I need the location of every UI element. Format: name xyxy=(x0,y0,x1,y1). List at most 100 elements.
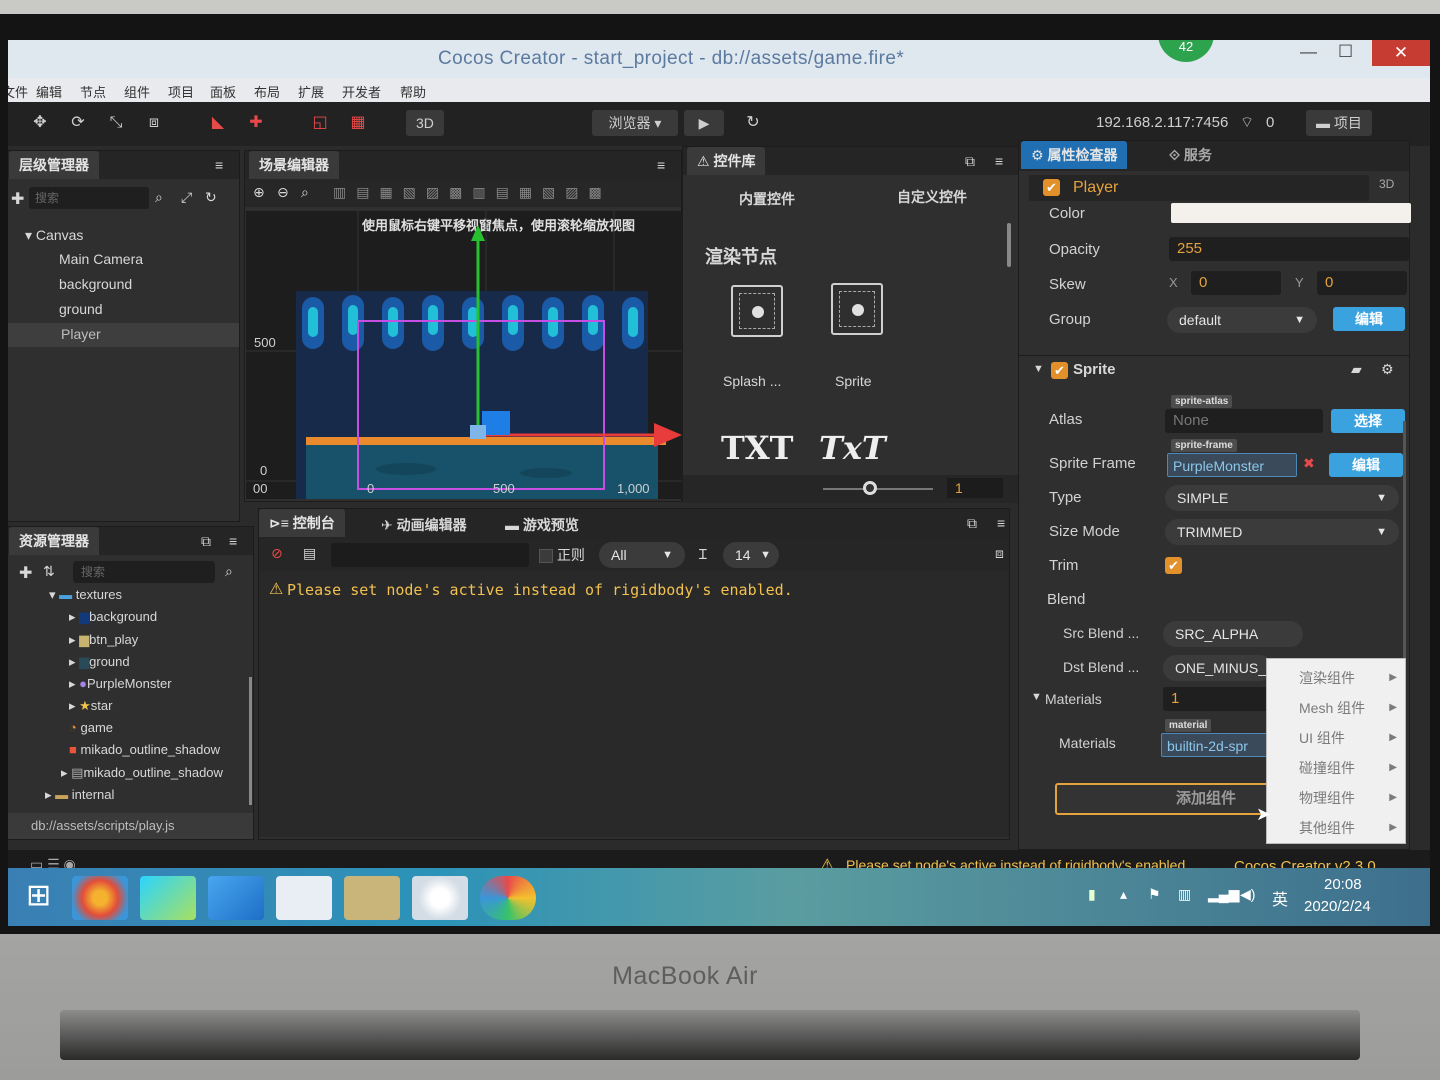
zoom-out-icon[interactable]: ⊖ xyxy=(277,184,289,201)
tree-node-player[interactable]: Player xyxy=(61,326,101,342)
menu-item-other-components[interactable]: 其他组件 ▶ xyxy=(1267,813,1405,843)
play-button[interactable]: ▶ xyxy=(684,110,724,136)
menu-help[interactable]: 帮助 xyxy=(400,82,426,101)
edit-group-button[interactable]: 编辑 xyxy=(1333,307,1405,331)
tab-custom-widgets[interactable]: 自定义控件 xyxy=(897,187,967,207)
gizmo-icon[interactable]: ▦ xyxy=(346,110,370,136)
gear-icon[interactable]: ⚙ xyxy=(1381,361,1394,378)
refresh-icon[interactable]: ↻ xyxy=(738,110,768,136)
sprite-type-select[interactable]: SIMPLE ▼ xyxy=(1165,485,1399,511)
input-method[interactable]: 英 xyxy=(1272,886,1288,910)
menu-layout[interactable]: 布局 xyxy=(254,82,280,101)
taskbar-app-icon-1[interactable] xyxy=(72,876,128,920)
tab-hierarchy[interactable]: 层级管理器 xyxy=(9,151,99,179)
help-book-icon[interactable]: ▰ xyxy=(1351,361,1362,378)
size-mode-select[interactable]: TRIMMED ▼ xyxy=(1165,519,1399,545)
menu-panel[interactable]: 面板 xyxy=(210,82,236,101)
node-name[interactable]: Player xyxy=(1073,179,1118,197)
menu-item-collider-components[interactable]: 碰撞组件 ▶ xyxy=(1267,753,1405,783)
tray-volume-icon[interactable]: ◀) xyxy=(1240,886,1255,903)
clock-date[interactable]: 2020/2/24 xyxy=(1304,898,1371,915)
popout-icon[interactable]: ⧉ xyxy=(967,515,977,532)
search-icon[interactable]: ⌕ xyxy=(155,189,163,206)
tree-node-ground[interactable]: ground xyxy=(59,301,103,317)
asset-folder-internal[interactable]: ▸ ▬ internal xyxy=(45,787,114,803)
menu-extension[interactable]: 扩展 xyxy=(298,82,324,101)
menu-node[interactable]: 节点 xyxy=(80,82,106,101)
file-explorer-icon[interactable] xyxy=(344,876,400,920)
tray-expand-icon[interactable]: ▴ xyxy=(1120,886,1127,903)
rotate-tool-icon[interactable]: ⟳ xyxy=(66,110,90,136)
scene-canvas[interactable]: 使用鼠标右键平移视窗焦点，使用滚轮缩放视图 500 0 xyxy=(246,211,682,499)
tab-services[interactable]: ⟐ 服务 xyxy=(1169,145,1212,165)
clear-sprite-frame-icon[interactable]: ✖ xyxy=(1303,455,1315,472)
console-filter-input[interactable] xyxy=(331,543,529,567)
skew-x-input[interactable]: 0 xyxy=(1191,271,1281,295)
project-button[interactable]: ▬ 项目 xyxy=(1306,110,1372,136)
group-select[interactable]: default ▼ xyxy=(1167,307,1317,333)
panel-menu-icon[interactable]: ≡ xyxy=(657,157,665,173)
scale-tool-icon[interactable]: ⤡ xyxy=(104,110,128,136)
maximize-button[interactable]: ☐ xyxy=(1338,42,1353,62)
panel-menu-icon[interactable]: ≡ xyxy=(215,157,223,173)
popout-icon[interactable]: ⧉ xyxy=(965,153,975,170)
tray-signal-icon[interactable]: ▂▄▆ xyxy=(1208,886,1239,903)
toggle-3d-inspector[interactable]: 3D xyxy=(1379,177,1394,191)
materials-count-input[interactable]: 1 xyxy=(1163,687,1273,711)
collapse-materials-icon[interactable]: ▼ xyxy=(1031,691,1042,703)
toggle-3d-button[interactable]: 3D xyxy=(406,110,444,136)
dst-blend-select[interactable]: ONE_MINUS_S xyxy=(1163,655,1273,681)
richtext-widget-icon[interactable]: TxT xyxy=(819,429,886,467)
popout-icon[interactable]: ⧉ xyxy=(201,533,211,550)
minimize-button[interactable]: — xyxy=(1300,42,1317,62)
sprite-enabled-checkbox[interactable]: ✔ xyxy=(1051,362,1068,379)
skew-y-input[interactable]: 0 xyxy=(1317,271,1407,295)
asset-ground[interactable]: ▸ ▆ground xyxy=(69,654,130,670)
label-widget-icon[interactable]: TXT xyxy=(721,429,793,467)
menu-item-render-components[interactable]: 渲染组件 ▶ xyxy=(1267,663,1405,693)
collapse-icon[interactable]: ⧈ xyxy=(995,545,1004,562)
status-warning-message[interactable]: Please set node's active instead of rigi… xyxy=(846,857,1189,868)
local-global-icon[interactable]: ✚ xyxy=(244,110,268,136)
clock-time[interactable]: 20:08 xyxy=(1324,876,1362,893)
add-asset-icon[interactable]: ✚ xyxy=(19,563,32,583)
asset-purple-monster[interactable]: ▸ ●PurpleMonster xyxy=(69,676,172,692)
zoom-slider-track[interactable] xyxy=(823,488,933,490)
taskbar-app-icon-6[interactable] xyxy=(412,876,468,920)
menu-component[interactable]: 组件 xyxy=(124,82,150,101)
panel-menu-icon[interactable]: ≡ xyxy=(995,153,1003,169)
tab-console[interactable]: ⊳≡ 控制台 xyxy=(259,509,345,537)
collapse-sprite-icon[interactable]: ▼ xyxy=(1033,363,1044,375)
material-field[interactable]: builtin-2d-spr xyxy=(1161,733,1273,757)
internet-explorer-icon[interactable] xyxy=(208,876,264,920)
atlas-field[interactable]: None xyxy=(1165,409,1323,433)
asset-btn-play[interactable]: ▸ ▆btn_play xyxy=(69,632,138,648)
asset-background[interactable]: ▸ ▆background xyxy=(69,609,157,625)
font-size-select[interactable]: 14 ▼ xyxy=(723,542,779,568)
preview-target-select[interactable]: 浏览器 ▾ xyxy=(592,110,678,136)
regex-toggle[interactable]: 正则 xyxy=(539,545,585,565)
tab-widgets[interactable]: ⚠ 控件库 xyxy=(687,147,766,175)
status-left-icons[interactable]: ▭ ☰ ◉ xyxy=(30,856,76,868)
zoom-reset-icon[interactable]: ⌕ xyxy=(301,184,309,201)
panel-menu-icon[interactable]: ≡ xyxy=(997,515,1005,531)
regex-checkbox[interactable] xyxy=(539,549,553,564)
menu-item-physics-components[interactable]: 物理组件 ▶ xyxy=(1267,783,1405,813)
expand-collapse-icon[interactable]: ⤢ xyxy=(181,189,192,206)
menu-item-ui-components[interactable]: UI 组件 ▶ xyxy=(1267,723,1405,753)
asset-folder-textures[interactable]: ▾ ▬ textures xyxy=(49,587,122,603)
zoom-value-field[interactable]: 1 xyxy=(947,478,1003,498)
menu-item-mesh-components[interactable]: Mesh 组件 ▶ xyxy=(1267,693,1405,723)
anchor-pivot-icon[interactable]: ◣ xyxy=(206,110,230,136)
color-swatch[interactable] xyxy=(1171,203,1411,223)
select-atlas-button[interactable]: 选择 xyxy=(1331,409,1405,433)
src-blend-select[interactable]: SRC_ALPHA xyxy=(1163,621,1303,647)
add-node-icon[interactable]: ✚ xyxy=(11,189,24,209)
panel-menu-icon[interactable]: ≡ xyxy=(229,533,237,549)
move-tool-icon[interactable]: ✥ xyxy=(28,110,52,136)
zoom-slider-handle[interactable] xyxy=(863,481,877,495)
tab-game-preview[interactable]: ▬ 游戏预览 xyxy=(505,515,579,535)
asset-font-bmfont[interactable]: ■ mikado_outline_shadow xyxy=(69,742,220,757)
close-button[interactable]: ✕ xyxy=(1372,40,1430,66)
refresh-icon[interactable]: ↻ xyxy=(205,189,217,206)
